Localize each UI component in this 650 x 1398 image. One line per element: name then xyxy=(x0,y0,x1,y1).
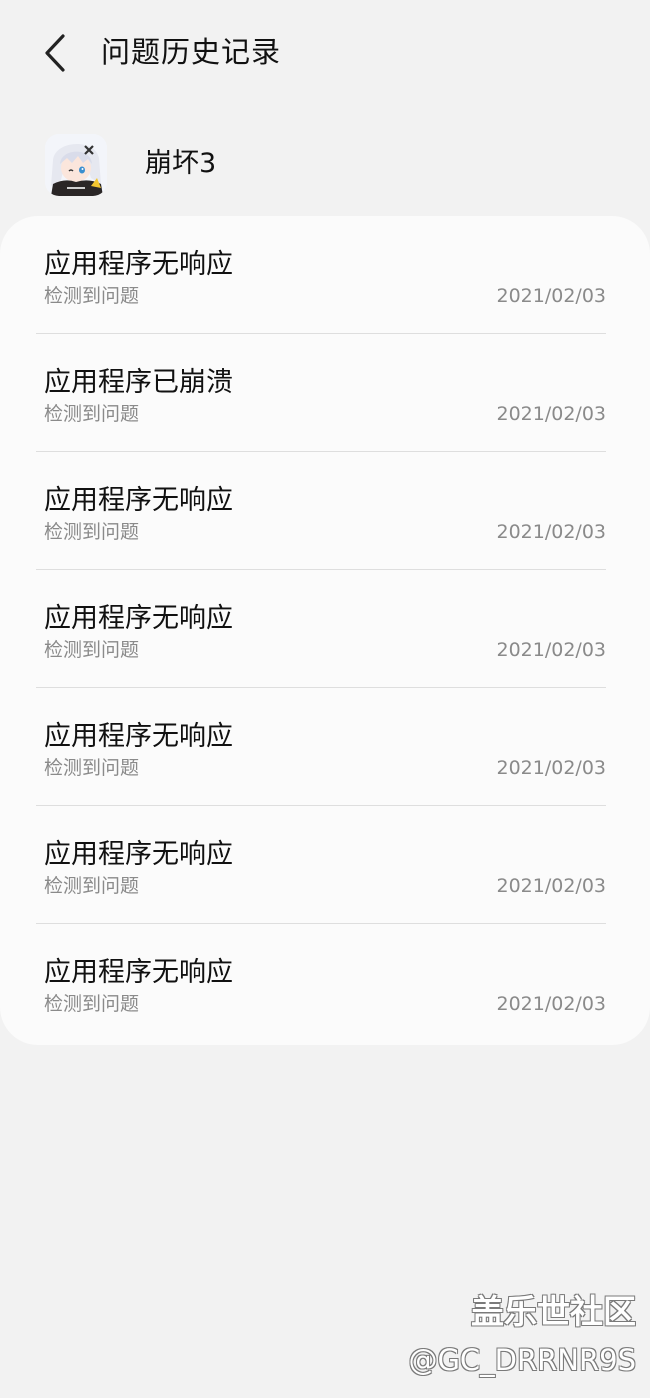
item-title: 应用程序无响应 xyxy=(44,485,233,516)
list-item[interactable]: 应用程序无响应 检测到问题 2021/02/03 xyxy=(0,452,650,570)
list-item[interactable]: 应用程序无响应 检测到问题 2021/02/03 xyxy=(0,924,650,1042)
item-title: 应用程序无响应 xyxy=(44,721,233,752)
item-date: 2021/02/03 xyxy=(496,993,606,1015)
app-row: 崩坏3 xyxy=(0,120,650,212)
page-title: 问题历史记录 xyxy=(101,35,282,69)
item-title: 应用程序无响应 xyxy=(44,603,233,634)
list-item[interactable]: 应用程序无响应 检测到问题 2021/02/03 xyxy=(0,216,650,334)
watermark-handle: @GC_DRRNR9S xyxy=(408,1343,636,1377)
item-subtitle: 检测到问题 xyxy=(44,285,140,307)
item-subtitle: 检测到问题 xyxy=(44,993,140,1015)
item-subtitle: 检测到问题 xyxy=(44,757,140,779)
item-date: 2021/02/03 xyxy=(496,757,606,779)
header: 问题历史记录 xyxy=(0,0,650,104)
item-subtitle: 检测到问题 xyxy=(44,521,140,543)
back-button[interactable] xyxy=(30,28,80,78)
item-title: 应用程序无响应 xyxy=(44,957,233,988)
watermark-community: 盖乐世社区 xyxy=(471,1292,636,1331)
item-date: 2021/02/03 xyxy=(496,521,606,543)
problem-history-list: 应用程序无响应 检测到问题 2021/02/03 应用程序已崩溃 检测到问题 2… xyxy=(0,216,650,1045)
chevron-left-icon xyxy=(45,34,65,72)
item-date: 2021/02/03 xyxy=(496,875,606,897)
item-title: 应用程序已崩溃 xyxy=(44,367,233,398)
list-item[interactable]: 应用程序已崩溃 检测到问题 2021/02/03 xyxy=(0,334,650,452)
app-avatar-icon xyxy=(45,134,107,196)
item-date: 2021/02/03 xyxy=(496,403,606,425)
item-date: 2021/02/03 xyxy=(496,285,606,307)
item-subtitle: 检测到问题 xyxy=(44,639,140,661)
list-item[interactable]: 应用程序无响应 检测到问题 2021/02/03 xyxy=(0,570,650,688)
list-item[interactable]: 应用程序无响应 检测到问题 2021/02/03 xyxy=(0,688,650,806)
item-title: 应用程序无响应 xyxy=(44,249,233,280)
item-title: 应用程序无响应 xyxy=(44,839,233,870)
list-item[interactable]: 应用程序无响应 检测到问题 2021/02/03 xyxy=(0,806,650,924)
item-subtitle: 检测到问题 xyxy=(44,403,140,425)
app-name: 崩坏3 xyxy=(145,148,217,179)
item-date: 2021/02/03 xyxy=(496,639,606,661)
item-subtitle: 检测到问题 xyxy=(44,875,140,897)
